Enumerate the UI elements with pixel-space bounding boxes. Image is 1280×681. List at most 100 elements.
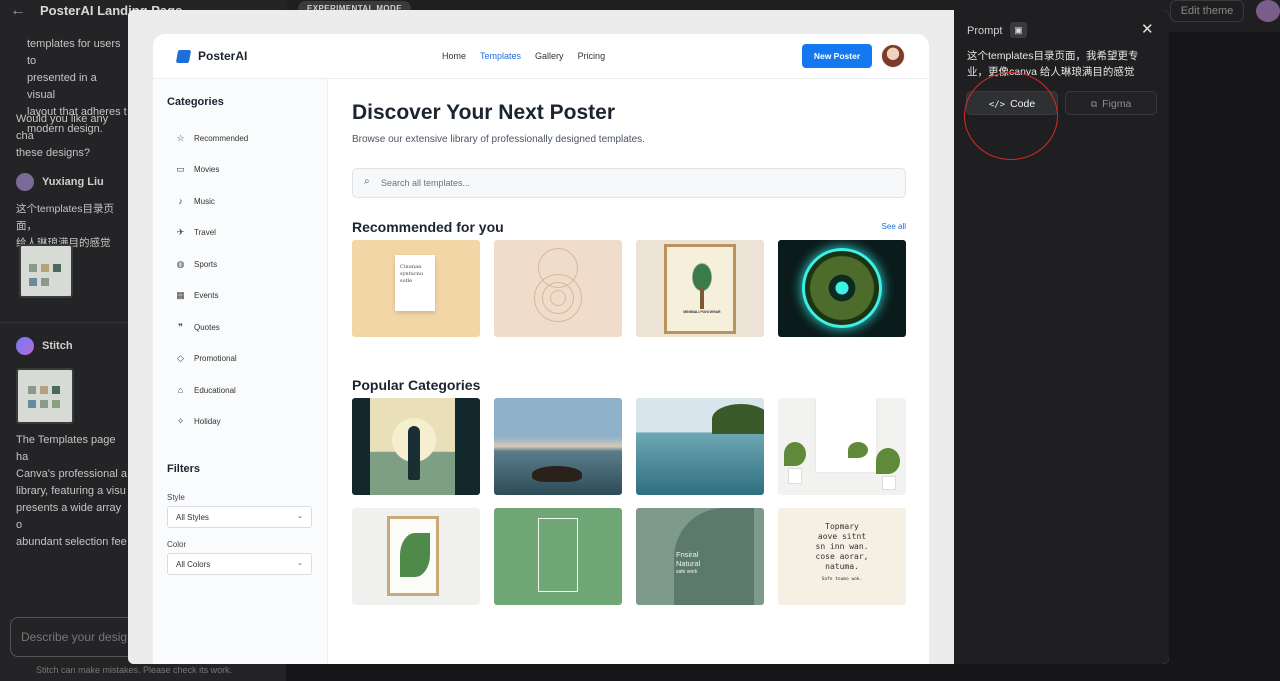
template-card[interactable]: Fnsiral Natural safe work: [636, 508, 764, 605]
category-label: Recommended: [194, 134, 249, 143]
template-card[interactable]: [352, 508, 480, 605]
close-icon[interactable]: ✕: [1141, 20, 1154, 38]
page-title: Discover Your Next Poster: [352, 101, 615, 124]
category-educational[interactable]: ⌂ Educational: [175, 385, 236, 395]
stitch-avatar: [16, 337, 34, 355]
quote-text: Topmary aove sitnt sn inn wan. cose aora…: [815, 522, 869, 571]
bot-message-header: Stitch: [16, 337, 73, 355]
category-label: Travel: [194, 228, 216, 237]
card-text: Topmary aove sitnt sn inn wan. cose aora…: [778, 522, 906, 585]
color-label: Color: [167, 540, 187, 549]
brand-logo[interactable]: PosterAI: [175, 49, 248, 63]
category-recommended[interactable]: ☆ Recommended: [175, 133, 248, 144]
see-all-link[interactable]: See all: [882, 222, 906, 231]
user-attachment-thumbnail[interactable]: [19, 244, 73, 298]
chevron-down-icon: ⌄: [297, 513, 303, 520]
design-preview: PosterAI Home Templates Gallery Pricing …: [128, 10, 954, 664]
template-card[interactable]: [778, 240, 906, 337]
category-label: Holiday: [194, 417, 221, 426]
category-movies[interactable]: ▭ Movies: [175, 164, 219, 175]
template-card[interactable]: [778, 398, 906, 495]
disclaimer-text: Stitch can make mistakes. Please check i…: [36, 665, 233, 675]
tag-icon: ◇: [177, 353, 184, 363]
nav-links: Home Templates Gallery Pricing: [442, 51, 605, 61]
category-promotional[interactable]: ◇ Promotional: [175, 353, 237, 364]
template-card[interactable]: [636, 398, 764, 495]
template-card[interactable]: MINIMALI PUNI WHAR: [636, 240, 764, 337]
nav-home[interactable]: Home: [442, 51, 466, 61]
film-icon: ▭: [176, 164, 185, 174]
image-icon[interactable]: ▣: [1010, 22, 1027, 38]
category-sidebar: Categories ☆ Recommended ▭ Movies ♪ Music ✈…: [153, 79, 328, 664]
back-arrow-icon[interactable]: ←: [10, 2, 26, 20]
quote-subtitle: Safe toumo wok.: [821, 577, 863, 582]
nav-gallery[interactable]: Gallery: [535, 51, 564, 61]
account-avatar[interactable]: [1256, 0, 1280, 22]
airplane-icon: ✈: [176, 227, 185, 237]
poster-page: PosterAI Home Templates Gallery Pricing …: [153, 34, 929, 664]
category-label: Sports: [194, 260, 218, 269]
chevron-down-icon: ⌄: [297, 560, 303, 567]
category-events[interactable]: ▦ Events: [175, 290, 218, 301]
nav-pricing[interactable]: Pricing: [578, 51, 606, 61]
filters-heading: Filters: [167, 463, 201, 475]
template-card[interactable]: Cinunan syntucnu sotle: [352, 240, 480, 337]
category-label: Educational: [194, 385, 236, 395]
user-name: Yuxiang Liu: [42, 176, 104, 188]
category-label: Music: [194, 196, 215, 206]
category-label: Quotes: [194, 323, 220, 332]
template-search-input[interactable]: ⌕ Search all templates...: [352, 168, 906, 198]
user-avatar[interactable]: [881, 44, 905, 68]
template-card[interactable]: [352, 398, 480, 495]
ball-icon: ◍: [176, 259, 185, 269]
category-quotes[interactable]: ❞ Quotes: [175, 322, 220, 333]
figma-tab[interactable]: ⧉ Figma: [1065, 91, 1157, 115]
category-label: Promotional: [194, 354, 237, 363]
template-card[interactable]: [494, 398, 622, 495]
copy-icon: ⧉: [1090, 100, 1098, 110]
brand-name: PosterAI: [198, 49, 248, 63]
quote-icon: ❞: [178, 322, 183, 332]
graduation-cap-icon: ⌂: [177, 385, 184, 395]
category-music[interactable]: ♪ Music: [175, 196, 215, 206]
nav-templates[interactable]: Templates: [480, 51, 521, 61]
bot-message: The Templates page ha Canva's profession…: [16, 434, 127, 548]
search-icon: ⌕: [364, 176, 370, 187]
popular-heading: Popular Categories: [352, 377, 481, 393]
assistant-question: Would you like any cha these designs?: [16, 113, 109, 159]
new-poster-button[interactable]: New Poster: [802, 44, 872, 68]
calendar-icon: ▦: [176, 290, 185, 300]
categories-heading: Categories: [167, 96, 224, 108]
card-text: Fnsiral Natural safe work: [676, 550, 746, 577]
page-subtitle: Browse our extensive library of professi…: [352, 134, 645, 145]
edit-theme-button[interactable]: Edit theme: [1170, 0, 1244, 22]
annotation-circle: [964, 72, 1058, 160]
card-text: MINIMALI PUNI WHAR: [683, 310, 721, 314]
card-title: Fnsiral Natural: [676, 550, 701, 568]
category-sports[interactable]: ◍ Sports: [175, 259, 218, 270]
star-icon: ☆: [176, 133, 185, 143]
user-avatar: [16, 173, 34, 191]
bot-attachment-thumbnail[interactable]: [16, 368, 74, 424]
music-note-icon: ♪: [178, 196, 183, 206]
category-holiday[interactable]: ✧ Holiday: [175, 416, 221, 427]
poster-frame: MINIMALI PUNI WHAR: [664, 244, 736, 334]
party-icon: ✧: [176, 416, 185, 426]
category-travel[interactable]: ✈ Travel: [175, 227, 216, 238]
user-message-header: Yuxiang Liu: [16, 173, 104, 191]
category-label: Events: [194, 291, 219, 300]
recommended-heading: Recommended for you: [352, 219, 504, 235]
category-label: Movies: [194, 165, 220, 174]
logo-mark-icon: [175, 49, 192, 63]
card-text: Cinunan syntucnu sotle: [395, 255, 435, 311]
template-card[interactable]: Topmary aove sitnt sn inn wan. cose aora…: [778, 508, 906, 605]
template-card[interactable]: [494, 508, 622, 605]
card-subtitle: safe work: [676, 569, 698, 575]
style-value: All Styles: [176, 513, 209, 522]
style-label: Style: [167, 493, 185, 502]
color-value: All Colors: [176, 560, 211, 569]
template-card[interactable]: [494, 240, 622, 337]
prompt-label: Prompt: [967, 25, 1003, 37]
style-select[interactable]: All Styles ⌄: [167, 506, 312, 528]
color-select[interactable]: All Colors ⌄: [167, 553, 312, 575]
